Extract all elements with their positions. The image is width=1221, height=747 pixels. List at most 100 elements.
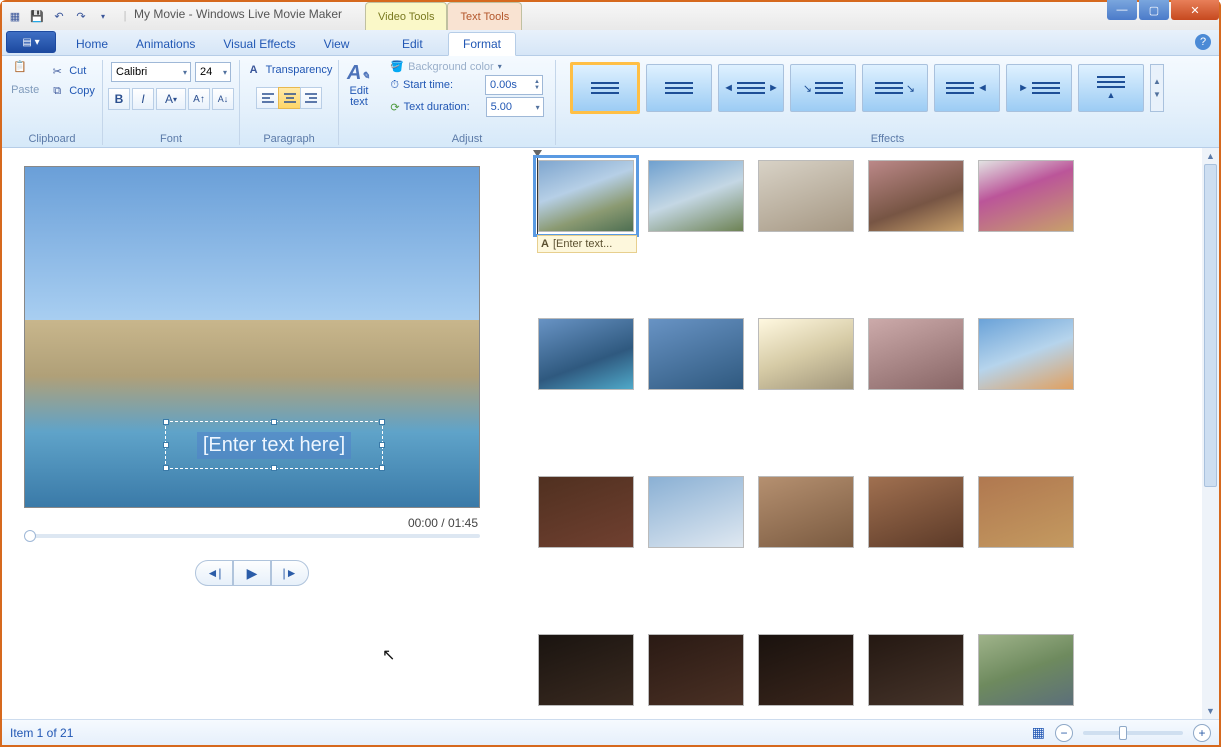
effect-option-7[interactable]: ► xyxy=(1006,64,1072,112)
clip-thumbnail-7[interactable] xyxy=(648,318,744,390)
qat-redo-icon[interactable]: ↷ xyxy=(72,7,90,25)
text-overlay-content[interactable]: [Enter text here] xyxy=(197,432,351,459)
qat-customize-icon[interactable]: ▾ xyxy=(94,7,112,25)
window-maximize-button[interactable]: ▢ xyxy=(1139,0,1169,20)
align-right-button[interactable] xyxy=(300,87,322,109)
context-tab-video-tools[interactable]: Video Tools xyxy=(365,2,447,30)
clip-thumbnail-13[interactable] xyxy=(758,476,854,548)
font-color-button[interactable]: A▾ xyxy=(156,88,186,110)
clip-thumbnail-17[interactable] xyxy=(648,634,744,706)
zoom-slider[interactable] xyxy=(1083,731,1183,735)
tab-animations[interactable]: Animations xyxy=(122,33,209,55)
previous-frame-button[interactable]: ◄| xyxy=(195,560,233,586)
font-name-combo[interactable]: Calibri▾ xyxy=(111,62,191,82)
ribbon: 📋 Paste ✂ Cut ⧉ Copy xyxy=(2,56,1219,148)
help-button[interactable]: ? xyxy=(1195,34,1211,50)
clip-thumbnail-11[interactable] xyxy=(538,476,634,548)
clip-thumbnail-3[interactable] xyxy=(758,160,854,232)
seek-bar[interactable] xyxy=(24,534,480,538)
clip-thumbnail-1[interactable]: A [Enter text... xyxy=(538,160,634,232)
zoom-slider-thumb[interactable] xyxy=(1119,726,1127,740)
scrollbar-thumb[interactable] xyxy=(1204,164,1217,487)
app-icon: ▦ xyxy=(6,7,24,25)
copy-label: Copy xyxy=(69,85,95,97)
scroll-down-icon[interactable]: ▼ xyxy=(1202,703,1219,719)
clip-thumbnail-5[interactable] xyxy=(978,160,1074,232)
status-item-count: Item 1 of 21 xyxy=(10,726,73,740)
start-time-input[interactable]: 0.00s ▲▼ xyxy=(485,75,543,95)
font-size-value: 24 xyxy=(200,66,212,78)
scroll-up-icon[interactable]: ▲ xyxy=(1202,148,1219,164)
transparency-button[interactable]: A Transparency xyxy=(242,58,337,79)
edit-text-button[interactable]: A✎ Edit text xyxy=(341,60,377,110)
storyboard-pane[interactable]: A [Enter text... xyxy=(512,148,1219,719)
effect-option-5[interactable]: ↘ xyxy=(862,64,928,112)
clip-thumbnail-4[interactable] xyxy=(868,160,964,232)
clip-thumbnail-2[interactable] xyxy=(648,160,744,232)
effect-option-2[interactable] xyxy=(646,64,712,112)
cut-button[interactable]: ✂ Cut xyxy=(45,62,99,80)
align-left-button[interactable] xyxy=(256,87,278,109)
tab-format[interactable]: Format xyxy=(448,32,516,56)
effect-option-6[interactable]: ◄ xyxy=(934,64,1000,112)
preview-video[interactable]: [Enter text here] xyxy=(24,166,480,508)
effect-option-1[interactable] xyxy=(570,62,640,114)
tab-edit[interactable]: Edit xyxy=(388,33,437,55)
spinner-icon[interactable]: ▲▼ xyxy=(534,79,542,91)
seek-thumb[interactable] xyxy=(24,530,36,542)
zoom-out-button[interactable]: − xyxy=(1055,724,1073,742)
qat-undo-icon[interactable]: ↶ xyxy=(50,7,68,25)
clip-thumbnail-19[interactable] xyxy=(868,634,964,706)
text-overlay-editor[interactable]: [Enter text here] xyxy=(165,421,383,469)
context-tab-text-tools[interactable]: Text Tools xyxy=(447,2,522,30)
align-left-icon xyxy=(261,92,275,104)
next-frame-button[interactable]: |► xyxy=(271,560,309,586)
clip-thumbnail-16[interactable] xyxy=(538,634,634,706)
text-badge-icon: A xyxy=(541,238,549,250)
text-badge-label: [Enter text... xyxy=(553,238,612,250)
bold-button[interactable]: B xyxy=(108,88,130,110)
clip-thumbnail-12[interactable] xyxy=(648,476,744,548)
qat-separator: | xyxy=(116,7,134,25)
italic-button[interactable]: I xyxy=(132,88,154,110)
effect-option-4[interactable]: ↘ xyxy=(790,64,856,112)
paste-button[interactable]: 📋 Paste xyxy=(5,58,45,128)
font-size-combo[interactable]: 24▾ xyxy=(195,62,231,82)
copy-button[interactable]: ⧉ Copy xyxy=(45,82,99,100)
start-time-label: Start time: xyxy=(403,79,481,91)
duration-input[interactable]: 5.00 ▾ xyxy=(486,97,544,117)
zoom-in-button[interactable]: + xyxy=(1193,724,1211,742)
clip-thumbnail-15[interactable] xyxy=(978,476,1074,548)
window-minimize-button[interactable]: — xyxy=(1107,0,1137,20)
effect-option-8[interactable]: ▲ xyxy=(1078,64,1144,112)
clip-thumbnail-20[interactable] xyxy=(978,634,1074,706)
tab-home[interactable]: Home xyxy=(62,33,122,55)
clip-thumbnail-18[interactable] xyxy=(758,634,854,706)
shrink-font-button[interactable]: A↓ xyxy=(212,88,234,110)
preview-timecode: 00:00 / 01:45 xyxy=(24,508,480,534)
tab-visual-effects[interactable]: Visual Effects xyxy=(209,33,309,55)
storyboard-scrollbar[interactable]: ▲ ▼ xyxy=(1202,148,1219,719)
clip-thumbnail-8[interactable] xyxy=(758,318,854,390)
edit-text-label: Edit text xyxy=(350,86,369,108)
effects-gallery-more[interactable]: ▲▼ xyxy=(1150,64,1164,112)
qat-save-icon[interactable]: 💾 xyxy=(28,7,46,25)
application-menu-button[interactable]: ▤ ▾ xyxy=(6,31,56,53)
clip-text-badge[interactable]: A [Enter text... xyxy=(537,235,637,253)
preview-pane: [Enter text here] 00:00 / 01:45 ◄| ▶ |► … xyxy=(2,148,507,719)
ribbon-tabstrip: ▤ ▾ Home Animations Visual Effects View … xyxy=(2,30,1219,56)
view-thumbnails-button[interactable]: ▦ xyxy=(1032,724,1045,741)
play-button[interactable]: ▶ xyxy=(233,560,271,586)
background-color-button[interactable]: 🪣 Background color ▾ xyxy=(390,60,543,73)
grow-font-button[interactable]: A↑ xyxy=(188,88,210,110)
clip-thumbnail-6[interactable] xyxy=(538,318,634,390)
effect-option-3[interactable]: ◄► xyxy=(718,64,784,112)
clip-thumbnail-14[interactable] xyxy=(868,476,964,548)
duration-label: Text duration: xyxy=(404,101,482,113)
clip-thumbnail-10[interactable] xyxy=(978,318,1074,390)
window-close-button[interactable]: ✕ xyxy=(1171,0,1219,20)
statusbar: Item 1 of 21 ▦ − + xyxy=(2,719,1219,745)
clip-thumbnail-9[interactable] xyxy=(868,318,964,390)
align-center-button[interactable] xyxy=(278,87,300,109)
tab-view[interactable]: View xyxy=(310,33,364,55)
